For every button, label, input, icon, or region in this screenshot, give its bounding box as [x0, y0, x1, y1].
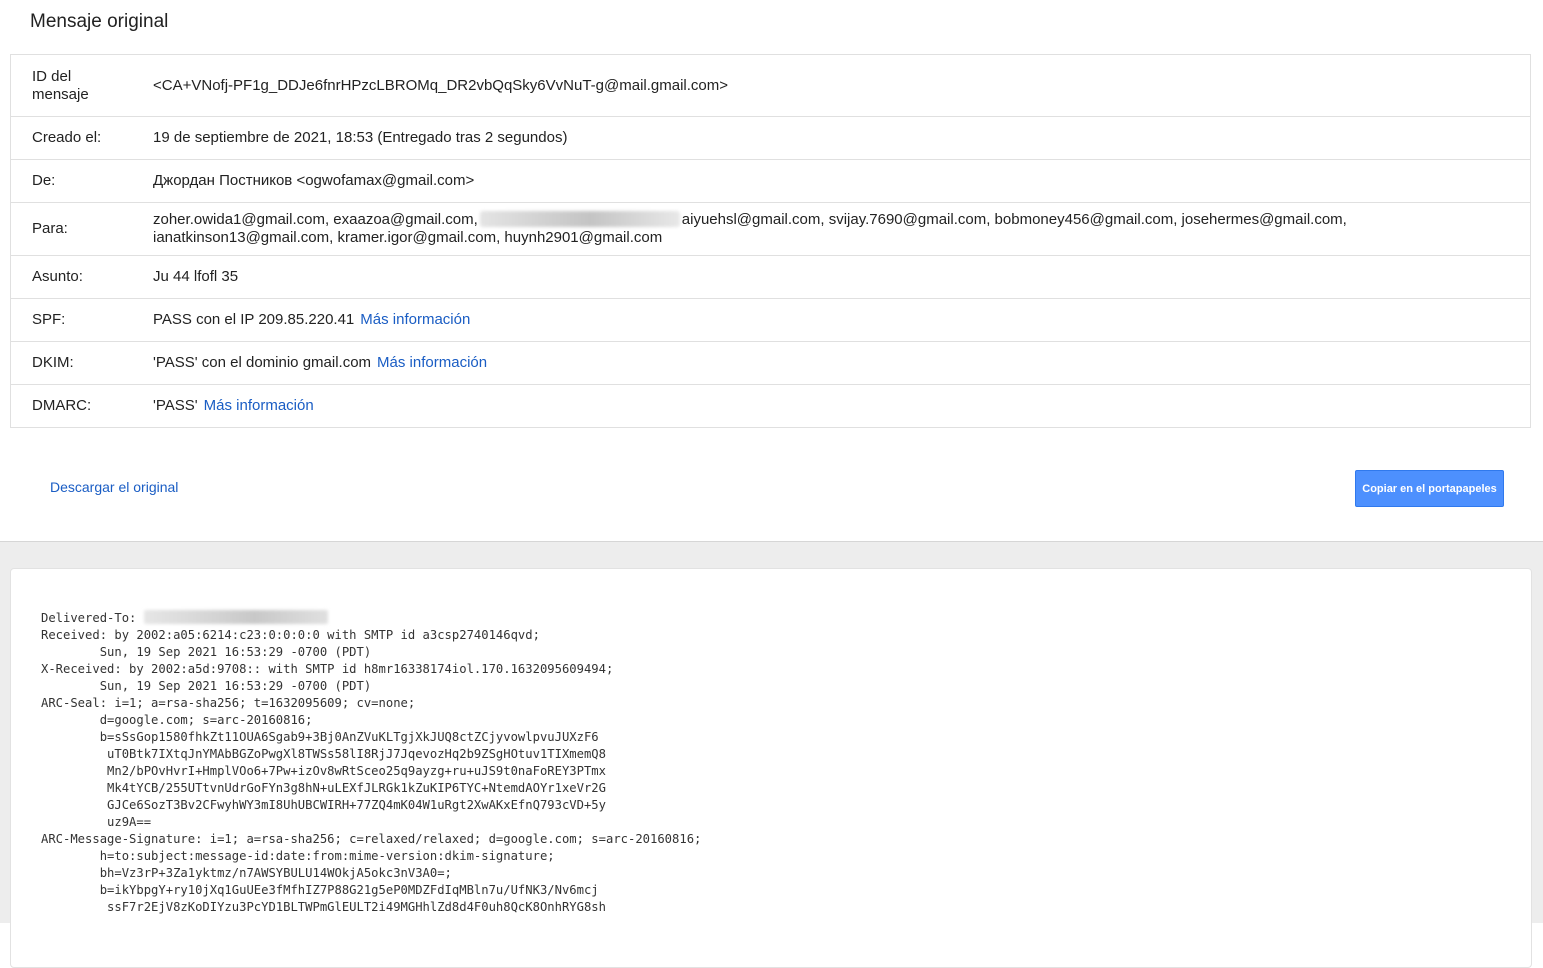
dkim-value-container: 'PASS' con el dominio gmail.com Más infor…: [153, 354, 1530, 372]
spf-label: SPF:: [32, 311, 66, 328]
actions-bar: Descargar el original Copiar en el porta…: [0, 427, 1543, 542]
dkim-label: DKIM:: [32, 354, 74, 371]
spf-value: PASS con el IP 209.85.220.41: [153, 311, 355, 328]
dkim-value: 'PASS' con el dominio gmail.com: [153, 354, 372, 371]
dkim-more-info-link[interactable]: Más información: [377, 354, 487, 371]
summary-row-created: Creado el: 19 de septiembre de 2021, 18:…: [11, 117, 1530, 160]
summary-row-dkim: DKIM: 'PASS' con el dominio gmail.com Más…: [11, 342, 1530, 385]
redacted-recipient: [479, 211, 680, 227]
raw-line: uT0Btk7IXtqJnYMAbBGZoPwgXl8TWSs58lI8RjJ7…: [41, 747, 606, 761]
from-label: De:: [32, 172, 56, 189]
message-id-label-line1: ID del: [32, 67, 72, 85]
raw-line: b=ikYbpgY+ry10jXq1GuUEe3fMfhIZ7P88G21g5e…: [41, 883, 599, 897]
raw-message-area: Delivered-To: Received: by 2002:a05:6214…: [0, 542, 1543, 968]
raw-line: Sun, 19 Sep 2021 16:53:29 -0700 (PDT): [41, 645, 372, 659]
raw-line: GJCe6SozT3Bv2CFwyhWY3mI8UhUBCWIRH+77ZQ4m…: [41, 798, 606, 812]
to-value: zoher.owida1@gmail.com, exaazoa@gmail.co…: [153, 211, 1530, 247]
raw-line: Mk4tYCB/255UTtvnUdrGoFYn3g8hN+uLEXfJLRGk…: [41, 781, 606, 795]
created-value: 19 de septiembre de 2021, 18:53 (Entrega…: [153, 129, 568, 146]
raw-line: ssF7r2EjV8zKoDIYzu3PcYD1BLTWPmGlEULT2i49…: [41, 900, 606, 914]
summary-row-to: Para: zoher.owida1@gmail.com, exaazoa@gm…: [11, 203, 1530, 256]
summary-row-spf: SPF: PASS con el IP 209.85.220.41 Más inf…: [11, 299, 1530, 342]
raw-line: b=sSsGop1580fhkZt11OUA6Sgab9+3Bj0AnZVuKL…: [41, 730, 599, 744]
message-id-label-line2: mensaje: [32, 85, 89, 103]
summary-row-dmarc: DMARC: 'PASS' Más información: [11, 385, 1530, 427]
copy-to-clipboard-button[interactable]: Copiar en el portapapeles: [1355, 470, 1504, 507]
raw-message-card[interactable]: Delivered-To: Received: by 2002:a05:6214…: [10, 568, 1532, 968]
dmarc-more-info-link[interactable]: Más información: [204, 397, 314, 414]
raw-line: ARC-Seal: i=1; a=rsa-sha256; t=163209560…: [41, 696, 416, 710]
to-recipients-part-1: zoher.owida1@gmail.com, exaazoa@gmail.co…: [153, 211, 478, 228]
raw-message-text: Delivered-To: Received: by 2002:a05:6214…: [11, 569, 1531, 916]
redacted-address: [143, 610, 328, 624]
dmarc-value: 'PASS': [153, 397, 198, 414]
delivered-to-label: Delivered-To:: [41, 611, 144, 625]
spf-more-info-link[interactable]: Más información: [360, 311, 470, 328]
from-value: Джордан Постников <ogwofamax@gmail.com>: [153, 172, 475, 189]
dmarc-label: DMARC:: [32, 397, 92, 414]
to-recipients-part-2: aiyuehsl@gmail.com, svijay.7690@gmail.co…: [681, 211, 1347, 228]
message-summary-table: ID del mensaje <CA+VNofj-PF1g_DDJe6fnrHP…: [10, 54, 1531, 428]
to-line-2: ianatkinson13@gmail.com, kramer.igor@gma…: [153, 229, 663, 246]
subject-value: Ju 44 lfofl 35: [153, 268, 239, 285]
raw-line: bh=Vz3rP+3Za1yktmz/n7AWSYBULU14WOkjA5okc…: [41, 866, 452, 880]
summary-row-from: De: Джордан Постников <ogwofamax@gmail.c…: [11, 160, 1530, 203]
page-title: Mensaje original: [30, 11, 169, 32]
raw-line: Received: by 2002:a05:6214:c23:0:0:0:0 w…: [41, 628, 540, 642]
spf-value-container: PASS con el IP 209.85.220.41 Más informac…: [153, 311, 1530, 329]
page-header: Mensaje original: [0, 0, 1543, 44]
raw-line: Sun, 19 Sep 2021 16:53:29 -0700 (PDT): [41, 679, 372, 693]
download-original-link[interactable]: Descargar el original: [50, 479, 178, 495]
raw-line-delivered-to: Delivered-To:: [41, 610, 1531, 627]
raw-line: uz9A==: [41, 815, 152, 829]
summary-row-message-id: ID del mensaje <CA+VNofj-PF1g_DDJe6fnrHP…: [11, 55, 1530, 117]
created-label: Creado el:: [32, 129, 102, 146]
raw-line: h=to:subject:message-id:date:from:mime-v…: [41, 849, 555, 863]
message-id-value: <CA+VNofj-PF1g_DDJe6fnrHPzcLBROMq_DR2vbQ…: [153, 76, 729, 94]
dmarc-value-container: 'PASS' Más información: [153, 397, 1530, 415]
raw-line: ARC-Message-Signature: i=1; a=rsa-sha256…: [41, 832, 702, 846]
raw-line: X-Received: by 2002:a5d:9708:: with SMTP…: [41, 662, 614, 676]
to-label: Para:: [32, 220, 68, 237]
to-line-1: zoher.owida1@gmail.com, exaazoa@gmail.co…: [153, 211, 1510, 229]
message-id-label: ID del mensaje: [11, 68, 153, 104]
raw-line: Mn2/bPOvHvrI+HmplVOo6+7Pw+izOv8wRtSceo25…: [41, 764, 606, 778]
subject-label: Asunto:: [32, 268, 83, 285]
raw-line: d=google.com; s=arc-20160816;: [41, 713, 313, 727]
summary-row-subject: Asunto: Ju 44 lfofl 35: [11, 256, 1530, 299]
